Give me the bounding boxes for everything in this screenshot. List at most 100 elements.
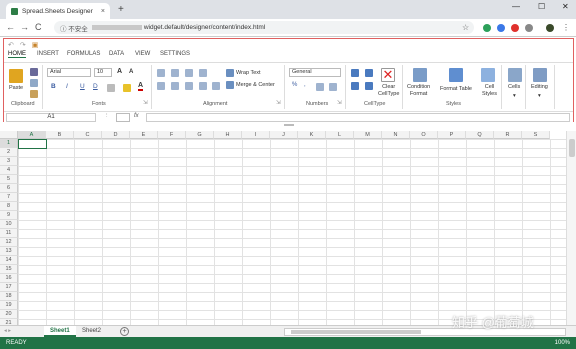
shrink-font-icon[interactable]: A: [129, 69, 133, 75]
row-header[interactable]: 5: [0, 175, 18, 184]
row-header[interactable]: 17: [0, 283, 18, 292]
cell-area[interactable]: [18, 139, 566, 325]
increase-indent-icon[interactable]: [212, 82, 220, 90]
row-header[interactable]: 16: [0, 274, 18, 283]
security-indicator[interactable]: ⓘ 不安全: [60, 23, 88, 33]
numbers-launcher-icon[interactable]: ⇲: [337, 100, 342, 106]
sheet-nav-icon[interactable]: ◂ ▸: [4, 328, 11, 334]
wrap-text-icon[interactable]: [226, 69, 234, 77]
sheet-tab-1[interactable]: Sheet1: [44, 326, 76, 337]
cells-dropdown-icon[interactable]: ▾: [513, 93, 516, 99]
font-name-select[interactable]: Arial: [47, 68, 91, 77]
align-left-icon[interactable]: [157, 82, 165, 90]
alignment-launcher-icon[interactable]: ⇲: [276, 100, 281, 106]
name-box[interactable]: A1: [6, 113, 96, 122]
increase-decimal-icon[interactable]: [316, 83, 324, 91]
tab-view[interactable]: VIEW: [135, 51, 150, 57]
row-header[interactable]: 4: [0, 166, 18, 175]
comma-button[interactable]: ,: [304, 82, 306, 88]
percent-button[interactable]: %: [292, 82, 297, 88]
column-header[interactable]: C: [74, 131, 102, 139]
font-size-select[interactable]: 10: [94, 68, 112, 77]
cells-label[interactable]: Cells: [508, 84, 520, 90]
reload-icon[interactable]: C: [35, 22, 42, 32]
active-cell[interactable]: [18, 139, 47, 149]
column-header[interactable]: H: [214, 131, 242, 139]
minimize-button[interactable]: —: [512, 2, 520, 11]
column-header[interactable]: A: [18, 131, 46, 139]
formula-input[interactable]: [146, 113, 570, 122]
column-header[interactable]: P: [438, 131, 466, 139]
row-header[interactable]: 12: [0, 238, 18, 247]
column-header[interactable]: L: [326, 131, 354, 139]
new-tab-button[interactable]: +: [118, 4, 124, 15]
button-celltype-icon[interactable]: [351, 69, 359, 77]
format-table-label[interactable]: Format Table: [440, 86, 472, 92]
horizontal-scroll-thumb[interactable]: [291, 330, 421, 334]
tab-data[interactable]: DATA: [109, 51, 124, 57]
vertical-scroll-thumb[interactable]: [569, 139, 575, 157]
extension-translate-icon[interactable]: [497, 24, 505, 32]
align-top-icon[interactable]: [157, 69, 165, 77]
column-header[interactable]: F: [158, 131, 186, 139]
close-window-button[interactable]: ✕: [562, 2, 569, 11]
editing-icon[interactable]: [533, 68, 547, 82]
row-header[interactable]: 10: [0, 220, 18, 229]
bookmark-star-icon[interactable]: ☆: [462, 23, 469, 32]
bold-button[interactable]: B: [51, 83, 56, 90]
select-all-corner[interactable]: [0, 131, 18, 139]
column-header[interactable]: R: [494, 131, 522, 139]
column-header[interactable]: O: [410, 131, 438, 139]
ribbon-collapse-handle[interactable]: [284, 124, 294, 126]
row-header[interactable]: 19: [0, 301, 18, 310]
row-header[interactable]: 3: [0, 157, 18, 166]
double-underline-button[interactable]: D: [93, 83, 98, 90]
merge-center-label[interactable]: Merge & Center: [236, 82, 275, 88]
row-header[interactable]: 13: [0, 247, 18, 256]
clear-celltype-label[interactable]: Clear CellType: [378, 84, 399, 98]
row-header[interactable]: 1: [0, 139, 18, 148]
extension-evernote-icon[interactable]: [483, 24, 491, 32]
paste-icon[interactable]: [9, 69, 23, 83]
column-header[interactable]: N: [382, 131, 410, 139]
address-bar[interactable]: ⓘ 不安全 widget.default/designer/content/in…: [54, 21, 474, 34]
column-header[interactable]: K: [298, 131, 326, 139]
zoom-level[interactable]: 100%: [555, 337, 570, 349]
checkbox-celltype-icon[interactable]: [365, 69, 373, 77]
row-header[interactable]: 9: [0, 211, 18, 220]
row-header[interactable]: 8: [0, 202, 18, 211]
wrap-text-label[interactable]: Wrap Text: [236, 70, 261, 76]
profile-avatar[interactable]: [546, 24, 554, 32]
border-icon[interactable]: [107, 84, 115, 92]
row-header[interactable]: 15: [0, 265, 18, 274]
conditional-format-icon[interactable]: [413, 68, 427, 82]
row-header[interactable]: 18: [0, 292, 18, 301]
function-icon[interactable]: fx: [134, 113, 139, 119]
column-header[interactable]: M: [354, 131, 382, 139]
hyperlink-celltype-icon[interactable]: [365, 82, 373, 90]
tab-home[interactable]: HOME: [8, 51, 26, 58]
redo-icon[interactable]: ↷: [20, 42, 32, 49]
grow-font-icon[interactable]: A: [117, 68, 122, 75]
conditional-format-label[interactable]: Condition Format: [407, 84, 430, 98]
column-header[interactable]: D: [102, 131, 130, 139]
browser-tab[interactable]: Spread.Sheets Designer ×: [6, 3, 110, 19]
row-header[interactable]: 2: [0, 148, 18, 157]
column-header[interactable]: B: [46, 131, 74, 139]
tab-insert[interactable]: INSERT: [37, 51, 59, 57]
add-sheet-button[interactable]: +: [120, 327, 129, 336]
number-format-select[interactable]: General: [289, 68, 341, 77]
align-bottom-icon[interactable]: [185, 69, 193, 77]
align-middle-icon[interactable]: [171, 69, 179, 77]
fonts-launcher-icon[interactable]: ⇲: [143, 100, 148, 106]
forward-icon[interactable]: →: [20, 22, 29, 32]
tab-settings[interactable]: SETTINGS: [160, 51, 190, 57]
vertical-scrollbar[interactable]: [566, 131, 576, 325]
decrease-decimal-icon[interactable]: [329, 83, 337, 91]
cell-styles-label[interactable]: Cell Styles: [482, 84, 497, 98]
column-header[interactable]: E: [130, 131, 158, 139]
tab-formulas[interactable]: FORMULAS: [67, 51, 100, 57]
underline-button[interactable]: U: [80, 83, 85, 90]
fill-color-icon[interactable]: [123, 84, 131, 92]
format-table-icon[interactable]: [449, 68, 463, 82]
